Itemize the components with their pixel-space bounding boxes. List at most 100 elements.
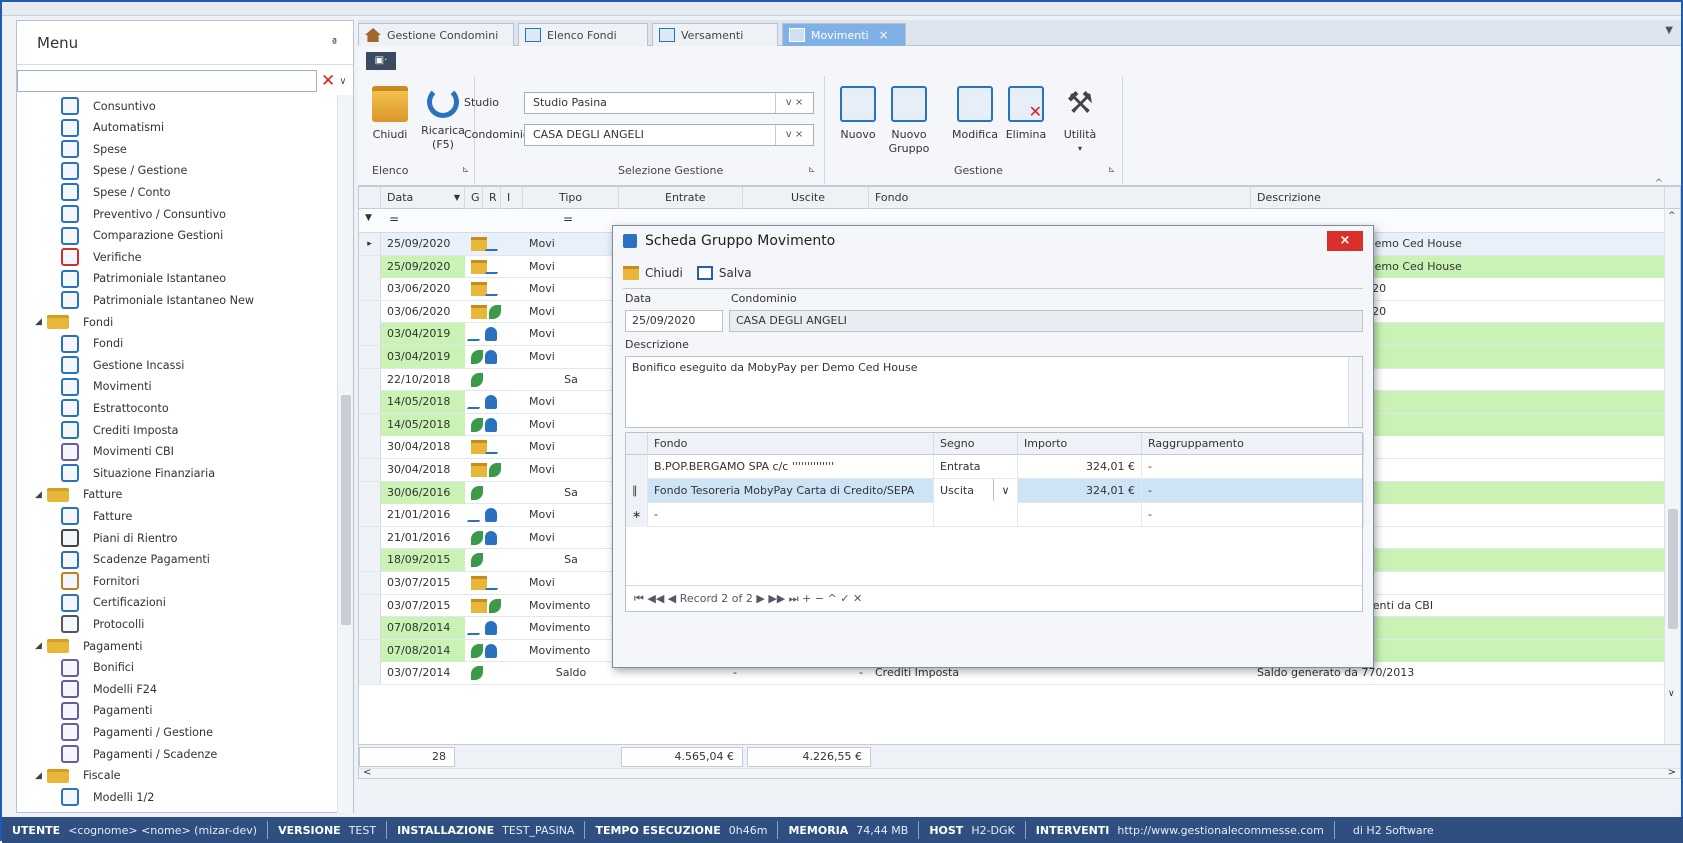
scroll-left-icon[interactable]: <	[363, 767, 371, 778]
grid-vertical-scrollbar[interactable]: ^ ∨	[1664, 209, 1680, 744]
quick-access-button[interactable]: ▣·	[366, 52, 396, 70]
line-cell-fondo[interactable]: -	[648, 503, 934, 527]
edit-button[interactable]: Modifica	[950, 86, 1000, 142]
close-button[interactable]: Chiudi	[370, 86, 410, 142]
row-selector[interactable]	[359, 459, 381, 481]
line-cell-importo[interactable]: 324,01 €	[1018, 479, 1142, 503]
row-selector[interactable]	[359, 572, 381, 594]
row-selector[interactable]	[359, 278, 381, 301]
lines-header-raggruppamento[interactable]: Raggruppamento	[1142, 433, 1364, 455]
lines-header-importo[interactable]: Importo	[1018, 433, 1142, 455]
tab-versamenti[interactable]: Versamenti	[652, 23, 778, 46]
row-selector[interactable]	[359, 481, 381, 504]
menu-item[interactable]: Certificazioni	[61, 592, 166, 614]
data-input[interactable]: 25/09/2020	[625, 310, 723, 332]
menu-scrollbar[interactable]	[337, 95, 353, 813]
menu-item[interactable]: Pagamenti / Scadenze	[61, 743, 217, 765]
scroll-down-icon[interactable]: ∨	[1668, 689, 1675, 699]
menu-group[interactable]: ◢ Pagamenti	[35, 635, 142, 657]
row-selector[interactable]	[359, 504, 381, 527]
row-selector[interactable]	[359, 346, 381, 368]
dialog-chiudi-button[interactable]: Chiudi	[623, 266, 683, 280]
menu-item[interactable]: Crediti Imposta	[61, 419, 179, 441]
lines-header-segno[interactable]: Segno	[934, 433, 1018, 455]
status-value[interactable]: http://www.gestionalecommesse.com	[1117, 824, 1324, 837]
expand-icon[interactable]: ◢	[35, 317, 47, 327]
utilities-button[interactable]: ⚒ Utilità ▾	[1058, 86, 1102, 156]
row-selector[interactable]	[359, 413, 381, 436]
tab-movimenti[interactable]: Movimenti ×	[782, 23, 906, 46]
menu-item[interactable]: Fondi	[61, 333, 123, 355]
pin-icon[interactable]: ª	[332, 36, 337, 49]
group-launcher-icon[interactable]: ⊾	[1108, 165, 1116, 175]
row-selector[interactable]	[359, 549, 381, 572]
column-header-r[interactable]: R	[483, 187, 501, 209]
menu-item[interactable]: Movimenti	[61, 376, 152, 398]
segno-dropdown-icon[interactable]: ∨	[993, 479, 1017, 501]
menu-item[interactable]: Pagamenti	[61, 700, 152, 722]
menu-search-input[interactable]	[17, 70, 317, 92]
clear-search-icon[interactable]: ✕	[321, 71, 335, 91]
menu-item[interactable]: Gestione Incassi	[61, 354, 184, 376]
row-selector[interactable]	[359, 255, 381, 278]
row-selector[interactable]	[359, 300, 381, 323]
line-cell-fondo[interactable]: Fondo Tesoreria MobyPay Carta di Credito…	[648, 479, 934, 503]
expand-icon[interactable]: ◢	[35, 771, 47, 781]
line-cell-importo[interactable]: 324,01 €	[1018, 455, 1142, 479]
scroll-right-icon[interactable]: >	[1668, 767, 1676, 778]
menu-item[interactable]: Fatture	[61, 505, 132, 527]
new-group-button[interactable]: Nuovo Gruppo	[886, 86, 932, 156]
menu-item[interactable]: Spese	[61, 138, 127, 160]
menu-item[interactable]: Movimenti CBI	[61, 441, 174, 463]
chevron-down-icon[interactable]: ▼	[1665, 25, 1673, 36]
column-header-descrizione[interactable]: Descrizione	[1251, 187, 1665, 209]
row-selector[interactable]	[359, 368, 381, 391]
menu-group[interactable]: ◢ Fiscale	[35, 765, 121, 787]
scroll-up-icon[interactable]: ^	[1668, 211, 1676, 221]
menu-item[interactable]: Automatismi	[61, 117, 164, 139]
menu-item[interactable]: Preventivo / Consuntivo	[61, 203, 226, 225]
menu-item[interactable]: Situazione Finanziaria	[61, 462, 215, 484]
expand-icon[interactable]: ◢	[35, 490, 47, 500]
column-header-entrate[interactable]: Entrate	[619, 187, 743, 209]
expand-icon[interactable]: ◢	[35, 641, 47, 651]
grid-horizontal-scrollbar[interactable]: < >	[359, 767, 1680, 778]
search-dropdown-icon[interactable]: ∨	[339, 76, 346, 87]
line-cell-segno[interactable]: Entrata	[934, 455, 1018, 479]
row-selector[interactable]	[359, 391, 381, 414]
new-row-icon[interactable]: ∗	[626, 503, 648, 527]
menu-item[interactable]: Piani di Rientro	[61, 527, 177, 549]
new-button[interactable]: Nuovo	[838, 86, 878, 142]
menu-item[interactable]: Modelli F24	[61, 678, 157, 700]
dialog-titlebar[interactable]: Scheda Gruppo Movimento	[613, 226, 1373, 256]
studio-dropdown-icon[interactable]: v ×	[775, 93, 813, 113]
menu-group[interactable]: ◢ Fatture	[35, 484, 122, 506]
column-header-uscite[interactable]: Uscite	[743, 187, 869, 209]
descrizione-textarea[interactable]: Bonifico eseguito da MobyPay per Demo Ce…	[625, 356, 1363, 428]
column-header-g[interactable]: G	[465, 187, 483, 209]
line-cell-fondo[interactable]: B.POP.BERGAMO SPA c/c ''''''''''''''	[648, 455, 934, 479]
textarea-scrollbar[interactable]	[1348, 357, 1362, 427]
record-navigator[interactable]: ⏮ ◀◀ ◀ Record 2 of 2 ▶ ▶▶ ⏭ + − ^ ✓ ✕	[626, 585, 1362, 611]
delete-button[interactable]: ✕ Elimina	[1004, 86, 1048, 142]
studio-select[interactable]: Studio Pasina v ×	[524, 92, 814, 114]
row-selector[interactable]	[359, 594, 381, 617]
row-selector[interactable]	[359, 526, 381, 549]
close-tab-icon[interactable]: ×	[879, 28, 889, 42]
condominio-select[interactable]: CASA DEGLI ANGELI v ×	[524, 124, 814, 146]
group-launcher-icon[interactable]: ⊾	[808, 165, 816, 175]
row-selector[interactable]	[359, 323, 381, 346]
grid-scroll-thumb[interactable]	[1668, 509, 1678, 629]
condominio-dropdown-icon[interactable]: v ×	[775, 125, 813, 145]
reload-button[interactable]: Ricarica (F5)	[418, 86, 468, 152]
tab-elenco-fondi[interactable]: Elenco Fondi	[518, 23, 648, 46]
dialog-salva-button[interactable]: Salva	[696, 266, 752, 280]
menu-item[interactable]: Patrimoniale Istantaneo New	[61, 289, 254, 311]
menu-item[interactable]: Modelli 1/2	[61, 786, 154, 808]
column-header-data[interactable]: Data ▼	[381, 187, 465, 209]
menu-item[interactable]: Protocolli	[61, 613, 144, 635]
group-launcher-icon[interactable]: ⊾	[462, 165, 470, 175]
movement-line-row[interactable]: ∥ Fondo Tesoreria MobyPay Carta di Credit…	[626, 479, 1364, 503]
line-cell-segno[interactable]	[934, 503, 1018, 527]
row-selector[interactable]: ▸	[359, 233, 381, 255]
